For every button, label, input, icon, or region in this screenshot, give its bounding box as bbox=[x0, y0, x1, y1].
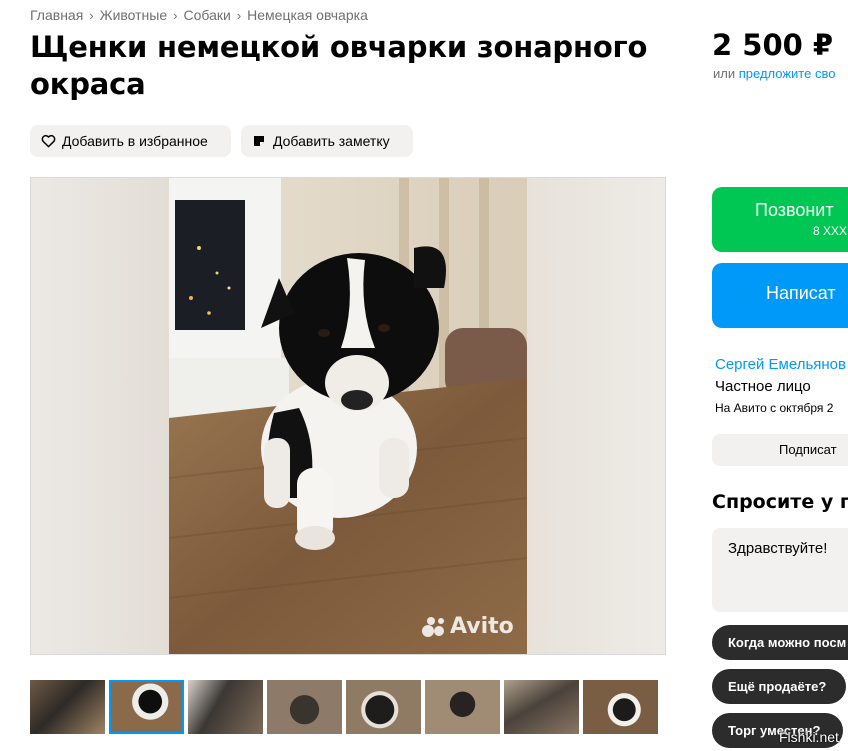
chevron-right-icon: › bbox=[89, 7, 94, 23]
chevron-right-icon: › bbox=[236, 7, 242, 23]
add-to-favorites-label: Добавить в избранное bbox=[62, 133, 208, 149]
photo-blur-right bbox=[525, 178, 665, 654]
sticky-note-icon bbox=[251, 133, 267, 149]
price-offer-prefix: или bbox=[713, 66, 736, 81]
add-to-favorites-button[interactable]: Добавить в избранное bbox=[30, 125, 231, 157]
seller-type: Частное лицо bbox=[715, 378, 811, 395]
add-note-label: Добавить заметку bbox=[273, 133, 390, 149]
avito-watermark: Avito bbox=[421, 614, 514, 639]
quick-reply-chip[interactable]: Ещё продаёте? bbox=[712, 669, 846, 704]
ask-message-input[interactable]: Здравствуйте! bbox=[712, 528, 848, 612]
avito-watermark-text: Avito bbox=[450, 614, 514, 639]
main-photo[interactable]: Avito bbox=[30, 177, 666, 655]
seller-name-link[interactable]: Сергей Емельянов bbox=[715, 356, 846, 373]
price: 2 500 ₽ bbox=[712, 28, 834, 62]
quick-reply-label: Когда можно посм bbox=[728, 635, 847, 650]
quick-reply-label: Ещё продаёте? bbox=[728, 679, 827, 694]
page-title: Щенки немецкой овчарки зонарного окраса bbox=[30, 30, 648, 101]
ask-message-value: Здравствуйте! bbox=[728, 540, 828, 557]
thumbnail[interactable] bbox=[188, 680, 263, 734]
photo-blur-left bbox=[31, 178, 169, 654]
write-message-button[interactable]: Написат bbox=[712, 263, 848, 328]
thumbnail[interactable] bbox=[267, 680, 342, 734]
thumbnail[interactable] bbox=[504, 680, 579, 734]
thumbnail[interactable] bbox=[583, 680, 658, 734]
chevron-right-icon: › bbox=[173, 7, 178, 23]
heart-icon bbox=[40, 133, 56, 149]
price-offer-line: или предложите сво bbox=[713, 66, 835, 81]
seller-since: На Авито с октября 2 bbox=[715, 401, 834, 415]
breadcrumb: Главная › Животные › Собаки › Немецкая о… bbox=[30, 7, 368, 23]
thumbnail-strip bbox=[30, 680, 662, 734]
breadcrumb-animals[interactable]: Животные bbox=[100, 7, 168, 23]
quick-reply-chip[interactable]: Когда можно посм bbox=[712, 625, 848, 660]
thumbnail[interactable] bbox=[346, 680, 421, 734]
write-message-label: Написат bbox=[766, 283, 836, 303]
breadcrumb-german-shepherd[interactable]: Немецкая овчарка bbox=[247, 7, 368, 23]
breadcrumb-home[interactable]: Главная bbox=[30, 7, 83, 23]
subscribe-label: Подписат bbox=[779, 442, 837, 457]
thumbnail[interactable] bbox=[425, 680, 500, 734]
offer-price-link[interactable]: предложите сво bbox=[739, 66, 836, 81]
breadcrumb-dogs[interactable]: Собаки bbox=[183, 7, 230, 23]
call-button-label: Позвонит bbox=[755, 200, 834, 220]
avito-logo-icon bbox=[422, 616, 444, 637]
thumbnail[interactable] bbox=[30, 680, 105, 734]
site-watermark: Fishki.net bbox=[779, 729, 839, 745]
call-button[interactable]: Позвонит 8 XXX bbox=[712, 187, 848, 252]
puppy-photo bbox=[169, 178, 527, 654]
subscribe-button[interactable]: Подписат bbox=[712, 434, 848, 466]
thumbnail[interactable] bbox=[109, 680, 184, 734]
ask-seller-title: Спросите у пр bbox=[712, 491, 848, 513]
add-note-button[interactable]: Добавить заметку bbox=[241, 125, 413, 157]
masked-phone: 8 XXX bbox=[813, 224, 848, 238]
